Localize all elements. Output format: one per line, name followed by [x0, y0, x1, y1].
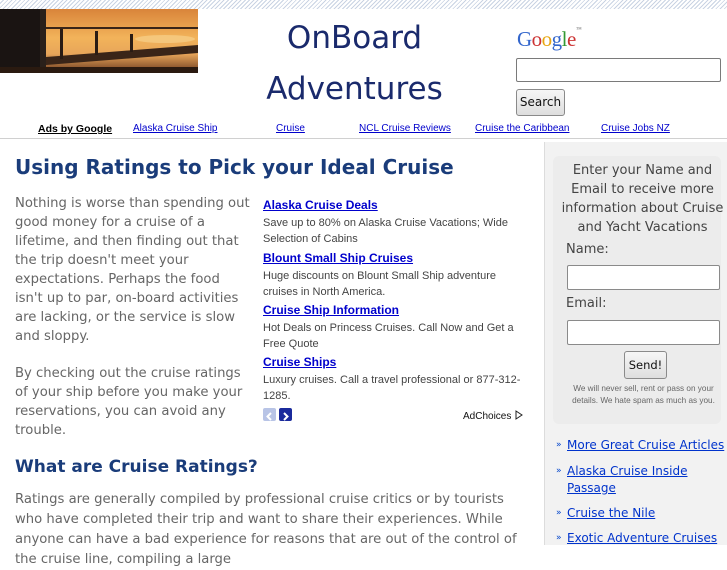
site-title-line2: Adventures [266, 71, 443, 107]
site-title-line1: OnBoard [286, 20, 423, 56]
ad-title[interactable]: Blount Small Ship Cruises [263, 251, 525, 265]
google-logo-letter: o [541, 27, 553, 51]
chevron-bullet-icon: » [556, 508, 562, 518]
ad-description: Hot Deals on Princess Cruises. Call Now … [263, 322, 514, 350]
ad-unit[interactable]: Cruise Ship Information Hot Deals on Pri… [263, 303, 525, 355]
intro-paragraph-1: Nothing is worse than spending out good … [15, 196, 250, 344]
chevron-left-icon [266, 412, 272, 421]
section-heading: What are Cruise Ratings? [15, 457, 258, 477]
ads-by-google-label[interactable]: Ads by Google [38, 123, 112, 135]
ad-title[interactable]: Cruise Ship Information [263, 303, 525, 317]
adbar-link-cruise[interactable]: Cruise [276, 123, 305, 134]
adbar-link-alaska-cruise-ship[interactable]: Alaska Cruise Ship [133, 123, 217, 134]
search-button[interactable]: Search [516, 89, 565, 116]
sidebar-link-label[interactable]: Exotic Adventure Cruises [567, 530, 727, 546]
ad-unit[interactable]: Cruise Ships Luxury cruises. Call a trav… [263, 355, 525, 407]
chevron-bullet-icon: » [556, 466, 562, 476]
google-ad-block: Alaska Cruise Deals Save up to 80% on Al… [263, 198, 525, 426]
site-title[interactable]: OnBoard Adventures [232, 18, 477, 110]
section-paragraph: Ratings are generally compiled by profes… [15, 492, 517, 567]
google-logo-letter: e [567, 27, 576, 51]
sidebar-link-label[interactable]: More Great Cruise Articles [567, 437, 727, 453]
intro-text: Nothing is worse than spending out good … [15, 194, 250, 458]
adbar-link-cruise-jobs-nz[interactable]: Cruise Jobs NZ [601, 123, 670, 134]
intro-paragraph-2: By checking out the cruise ratings of yo… [15, 366, 243, 438]
google-logo-letter: o [531, 27, 543, 51]
email-label: Email: [566, 296, 607, 311]
sidebar-link-label[interactable]: Cruise the Nile [567, 505, 727, 521]
search-input[interactable] [516, 58, 721, 82]
send-button[interactable]: Send! [624, 351, 667, 379]
adchoices-icon [515, 410, 524, 420]
email-field[interactable] [567, 320, 720, 345]
ad-title[interactable]: Alaska Cruise Deals [263, 198, 525, 212]
optin-heading: Enter your Name and Email to receive mor… [561, 163, 724, 235]
google-tm: ™ [575, 27, 582, 33]
adbar-link-ncl-cruise-reviews[interactable]: NCL Cruise Reviews [359, 123, 451, 134]
adchoices-link[interactable]: AdChoices [463, 410, 524, 422]
privacy-note: We will never sell, rent or pass on your… [572, 384, 715, 405]
adchoices-label: AdChoices [463, 411, 512, 422]
ad-link-bar: Ads by Google Alaska Cruise Ship Cruise … [0, 122, 727, 138]
ad-description: Save up to 80% on Alaska Cruise Vacation… [263, 217, 508, 245]
ad-next-button[interactable] [279, 408, 292, 421]
ad-description: Luxury cruises. Call a travel profession… [263, 374, 521, 402]
chevron-bullet-icon: » [556, 440, 562, 450]
sidebar-link-label[interactable]: Alaska Cruise Inside Passage [567, 463, 727, 497]
adbar-link-cruise-the-caribbean[interactable]: Cruise the Caribbean [475, 123, 570, 134]
name-field[interactable] [567, 265, 720, 290]
ad-description: Huge discounts on Blount Small Ship adve… [263, 270, 496, 298]
ad-unit[interactable]: Alaska Cruise Deals Save up to 80% on Al… [263, 198, 525, 250]
page-title: Using Ratings to Pick your Ideal Cruise [15, 155, 454, 179]
top-hatch-bar [0, 0, 727, 9]
name-label: Name: [566, 242, 609, 257]
ship-deck-sunset-image [0, 9, 198, 73]
google-logo-letter: g [551, 27, 563, 51]
ad-prev-button[interactable] [263, 408, 276, 421]
chevron-bullet-icon: » [556, 533, 562, 543]
google-logo: Google™ [517, 27, 582, 52]
chevron-right-icon [283, 412, 289, 421]
ad-unit[interactable]: Blount Small Ship Cruises Huge discounts… [263, 251, 525, 303]
ad-title[interactable]: Cruise Ships [263, 355, 525, 369]
google-logo-letter: G [517, 27, 532, 51]
